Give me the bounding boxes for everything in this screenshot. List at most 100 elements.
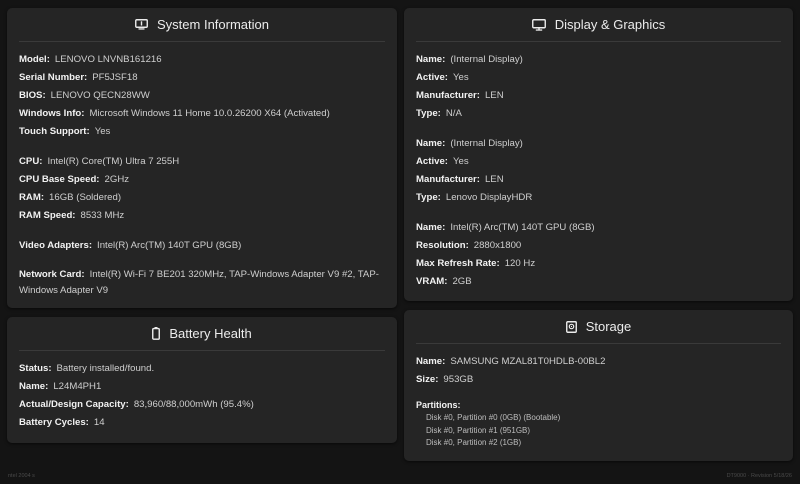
- display-graphics-panel: Display & Graphics Name: (Internal Displa…: [404, 8, 793, 301]
- gpu-name-label: Name:: [416, 222, 446, 233]
- display2-type-label: Type:: [416, 192, 441, 203]
- display2-name-value: (Internal Display): [450, 138, 523, 149]
- windows-value: Microsoft Windows 11 Home 10.0.26200 X64…: [89, 108, 330, 119]
- monitor-info-icon: [135, 19, 148, 30]
- battery-name-value: L24M4PH1: [53, 381, 102, 392]
- battery-cycles-label: Battery Cycles:: [19, 417, 89, 428]
- display1-type-label: Type:: [416, 108, 441, 119]
- battery-name-row: Name: L24M4PH1: [19, 378, 385, 396]
- battery-icon: [152, 327, 161, 340]
- ram-row: RAM: 16GB (Soldered): [19, 189, 385, 207]
- system-information-header: System Information: [19, 8, 385, 42]
- battery-health-panel: Battery Health Status: Battery installed/…: [7, 317, 397, 443]
- storage-title: Storage: [585, 319, 632, 334]
- vram-row: VRAM: 2GB: [416, 273, 781, 291]
- display1-manufacturer-row: Manufacturer: LEN: [416, 87, 781, 105]
- touch-value: Yes: [94, 126, 111, 137]
- partition-item: Disk #0, Partition #2 (1GB): [426, 438, 522, 447]
- storage-panel: Storage Name: SAMSUNG MZAL81T0HDLB-00BL2 …: [404, 310, 793, 461]
- display2-active-value: Yes: [453, 156, 469, 167]
- display1-type-row: Type: N/A: [416, 105, 781, 123]
- battery-status-label: Status:: [19, 363, 52, 374]
- display-graphics-header: Display & Graphics: [416, 8, 781, 42]
- refresh-rate-label: Max Refresh Rate:: [416, 258, 500, 269]
- refresh-rate-row: Max Refresh Rate: 120 Hz: [416, 255, 781, 273]
- serial-row: Serial Number: PF5JSF18: [19, 69, 385, 87]
- display2-active-row: Active: Yes: [416, 153, 781, 171]
- disk-icon: [565, 320, 577, 333]
- storage-header: Storage: [416, 310, 781, 344]
- system-information-title: System Information: [157, 17, 269, 32]
- footer-right-text: DT9000 · Revision 5/18/26: [726, 473, 792, 479]
- bios-row: BIOS: LENOVO QECN28WW: [19, 87, 385, 105]
- storage-size-label: Size:: [416, 374, 439, 385]
- ram-speed-label: RAM Speed:: [19, 210, 76, 221]
- partition-item: Disk #0, Partition #1 (951GB): [426, 425, 531, 435]
- gpu-name-value: Intel(R) Arc(TM) 140T GPU (8GB): [450, 222, 595, 233]
- storage-name-label: Name:: [416, 356, 446, 367]
- serial-label: Serial Number:: [19, 72, 88, 83]
- cpu-speed-row: CPU Base Speed: 2GHz: [19, 171, 385, 189]
- partitions-row: Partitions:: [416, 398, 781, 412]
- display1-name-label: Name:: [416, 54, 446, 65]
- display2-active-label: Active:: [416, 156, 448, 167]
- battery-health-header: Battery Health: [19, 317, 385, 351]
- footer-left-text: ntel 2004 s: [8, 473, 35, 479]
- bios-label: BIOS:: [19, 90, 46, 101]
- battery-capacity-value: 83,960/88,000mWh (95.4%): [133, 399, 254, 410]
- windows-label: Windows Info:: [19, 108, 85, 119]
- gpu-name-row: Name: Intel(R) Arc(TM) 140T GPU (8GB): [416, 219, 781, 237]
- ram-speed-row: RAM Speed: 8533 MHz: [19, 207, 385, 225]
- display2-type-value: Lenovo DisplayHDR: [445, 192, 533, 203]
- cpu-speed-label: CPU Base Speed:: [19, 174, 100, 185]
- model-label: Model:: [19, 54, 50, 65]
- display1-active-label: Active:: [416, 72, 448, 83]
- display1-type-value: N/A: [445, 108, 462, 119]
- cpu-label: CPU:: [19, 156, 43, 167]
- resolution-label: Resolution:: [416, 240, 469, 251]
- display1-name-value: (Internal Display): [450, 54, 523, 65]
- display2-manufacturer-value: LEN: [484, 174, 504, 185]
- network-card-label: Network Card:: [19, 269, 85, 280]
- battery-status-value: Battery installed/found.: [56, 363, 155, 374]
- battery-name-label: Name:: [19, 381, 49, 392]
- battery-status-row: Status: Battery installed/found.: [19, 360, 385, 378]
- battery-capacity-row: Actual/Design Capacity: 83,960/88,000mWh …: [19, 396, 385, 414]
- cpu-speed-value: 2GHz: [104, 174, 130, 185]
- model-row: Model: LENOVO LNVNB161216: [19, 51, 385, 69]
- battery-cycles-value: 14: [93, 417, 105, 428]
- battery-cycles-row: Battery Cycles: 14: [19, 414, 385, 432]
- ram-value: 16GB (Soldered): [49, 192, 122, 203]
- monitor-icon: [531, 18, 546, 31]
- display1-name-row: Name: (Internal Display): [416, 51, 781, 69]
- display2-type-row: Type: Lenovo DisplayHDR: [416, 189, 781, 207]
- display2-manufacturer-row: Manufacturer: LEN: [416, 171, 781, 189]
- display2-name-label: Name:: [416, 138, 446, 149]
- display1-active-value: Yes: [453, 72, 469, 83]
- storage-name-row: Name: SAMSUNG MZAL81T0HDLB-00BL2: [416, 353, 781, 371]
- windows-row: Windows Info: Microsoft Windows 11 Home 1…: [19, 105, 385, 123]
- vram-value: 2GB: [452, 276, 472, 287]
- storage-size-row: Size: 953GB: [416, 371, 781, 389]
- touch-row: Touch Support: Yes: [19, 123, 385, 141]
- battery-capacity-label: Actual/Design Capacity:: [19, 399, 129, 410]
- resolution-row: Resolution: 2880x1800: [416, 237, 781, 255]
- bios-value: LENOVO QECN28WW: [50, 90, 150, 101]
- ram-label: RAM:: [19, 192, 45, 203]
- video-adapters-value: Intel(R) Arc(TM) 140T GPU (8GB): [97, 240, 242, 251]
- ram-speed-value: 8533 MHz: [80, 210, 125, 221]
- network-card-row: Network Card: Intel(R) Wi-Fi 7 BE201 320M…: [19, 267, 385, 299]
- display-graphics-title: Display & Graphics: [554, 17, 666, 32]
- cpu-value: Intel(R) Core(TM) Ultra 7 255H: [47, 156, 180, 167]
- vram-label: VRAM:: [416, 276, 448, 287]
- partitions-label: Partitions:: [416, 400, 461, 410]
- cpu-row: CPU: Intel(R) Core(TM) Ultra 7 255H: [19, 153, 385, 171]
- display1-manufacturer-label: Manufacturer:: [416, 90, 480, 101]
- battery-health-title: Battery Health: [169, 326, 252, 341]
- system-information-panel: System Information Model: LENOVO LNVNB161…: [7, 8, 397, 308]
